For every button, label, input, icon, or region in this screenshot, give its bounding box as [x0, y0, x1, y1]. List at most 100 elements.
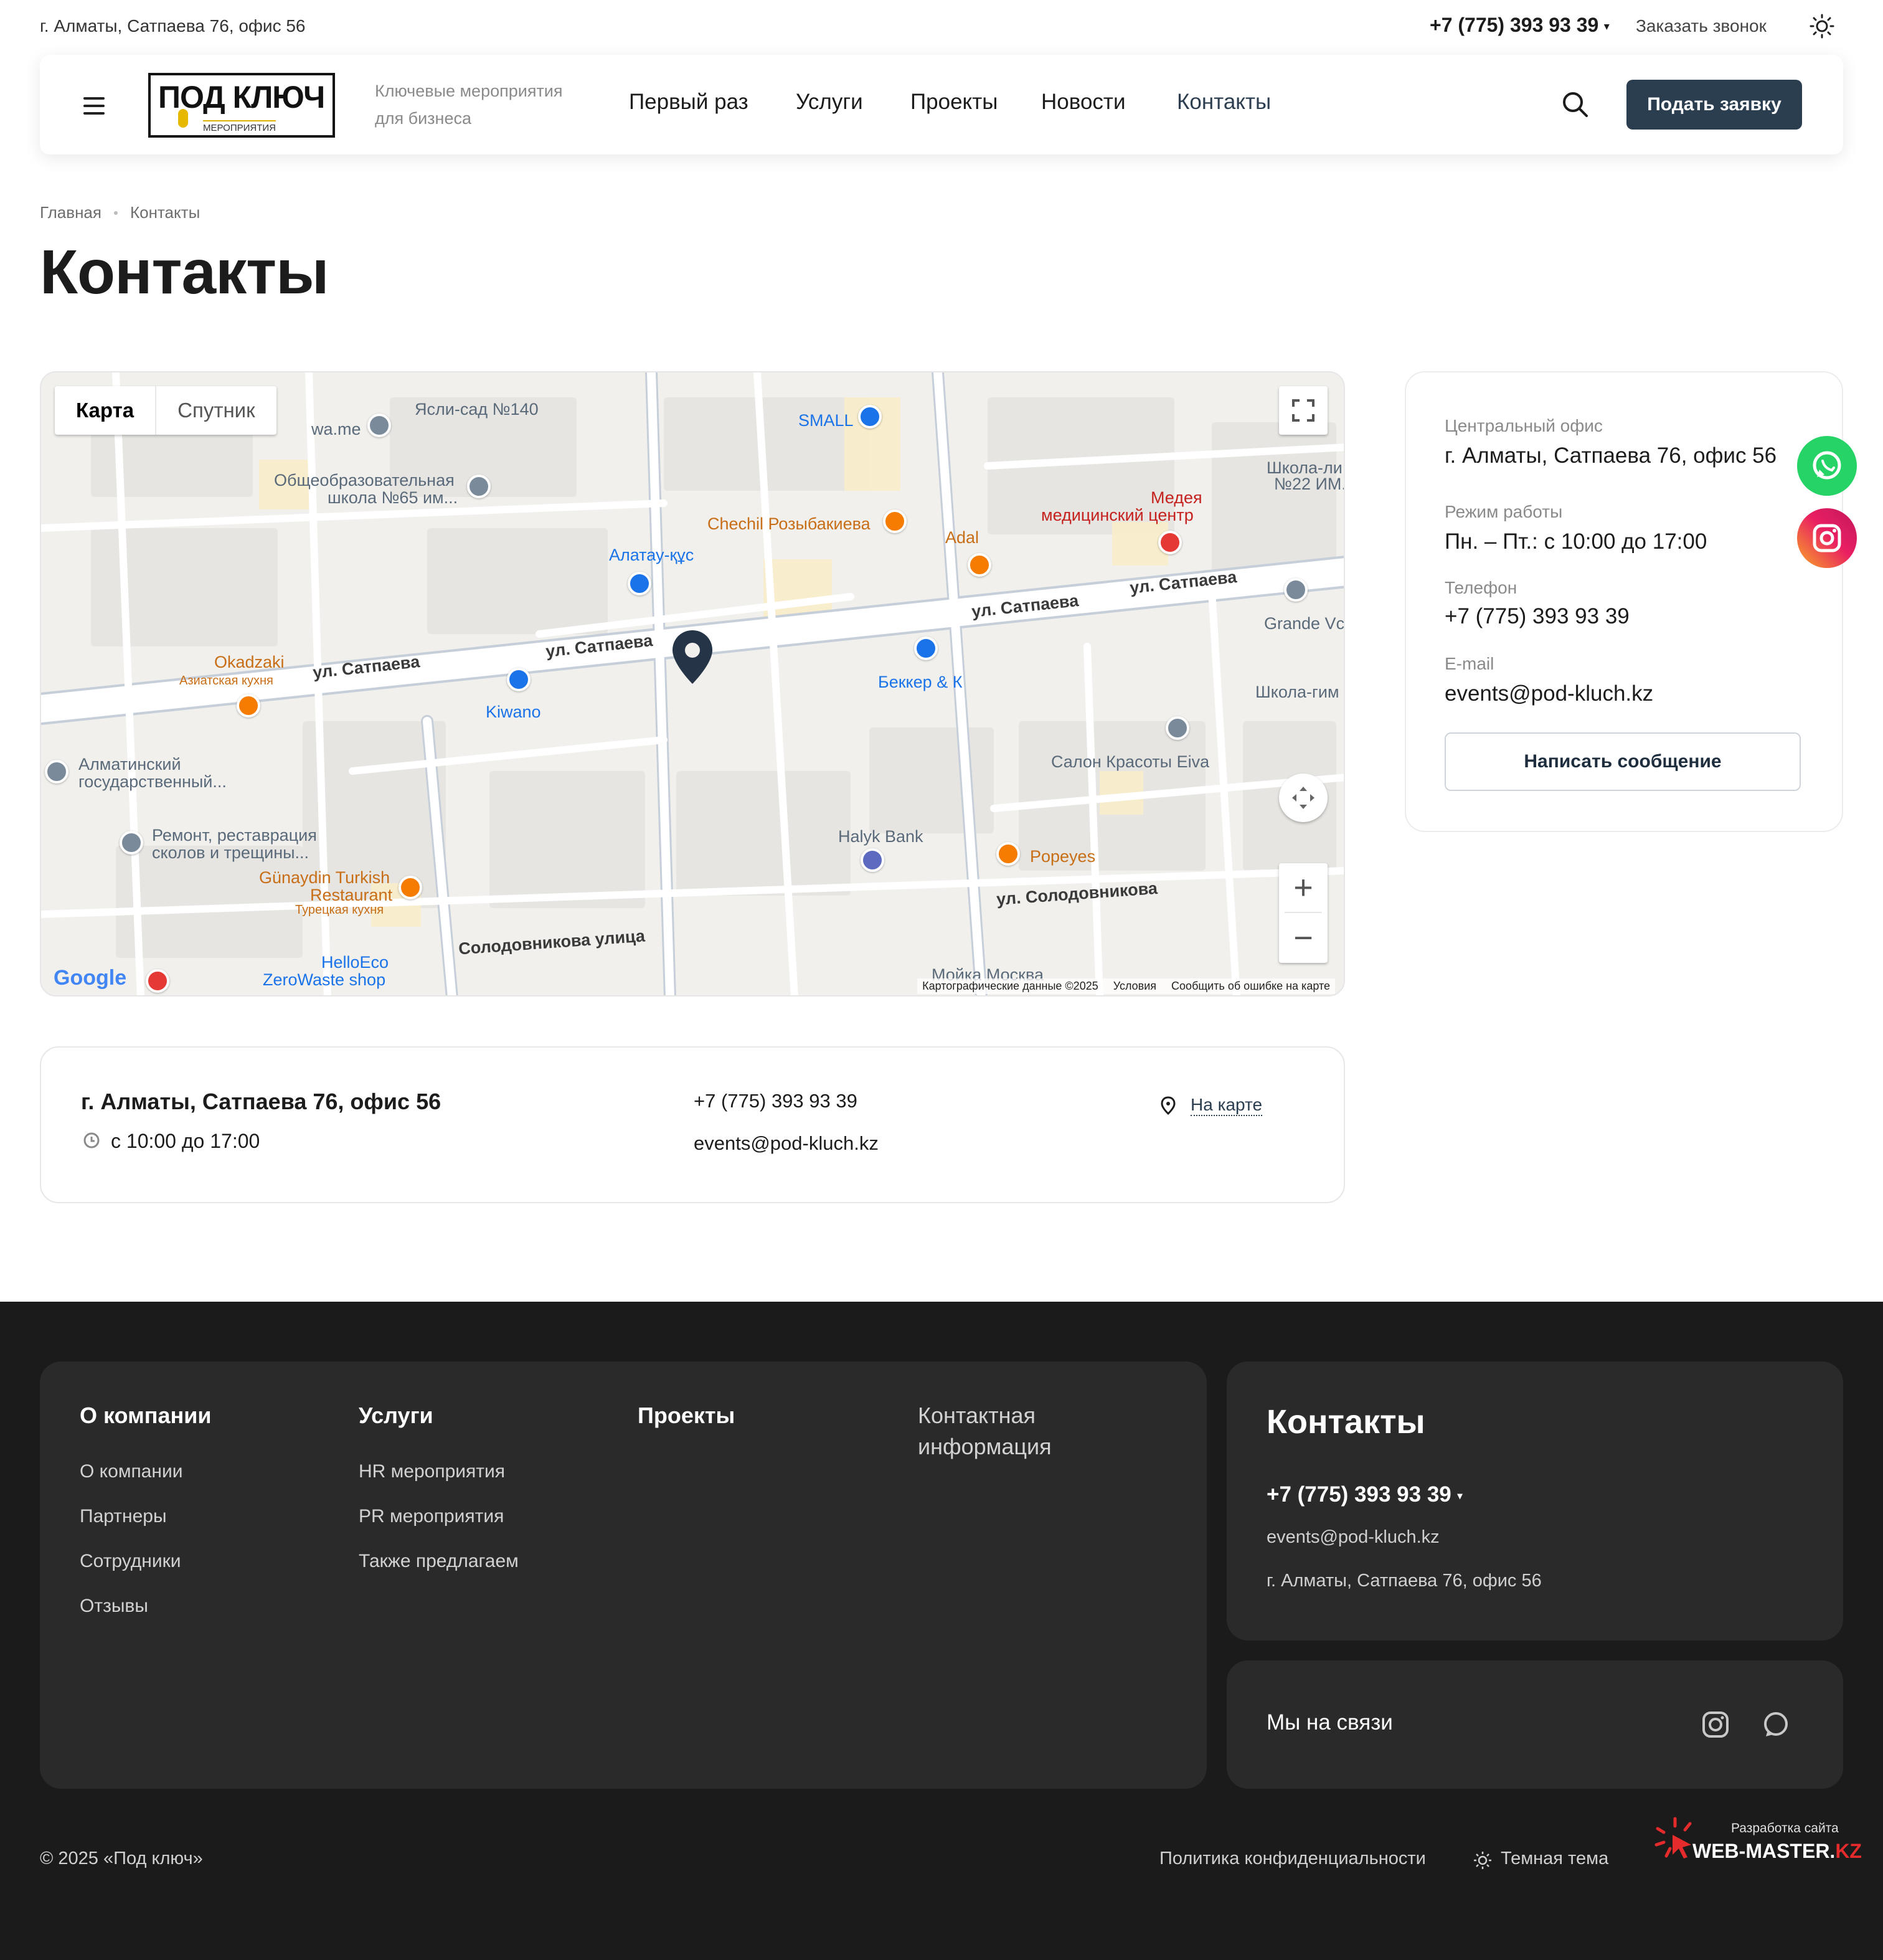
restaurant-pin-icon[interactable]	[399, 876, 422, 899]
dark-theme-toggle[interactable]: Темная тема	[1501, 1849, 1608, 1869]
phone-value[interactable]: +7 (775) 393 93 39	[1445, 604, 1630, 629]
cafe-pin-icon[interactable]	[968, 553, 991, 577]
address-email[interactable]: events@pod-kluch.kz	[694, 1132, 879, 1155]
privacy-policy-link[interactable]: Политика конфиденциальности	[1159, 1849, 1426, 1869]
map-label: Турецкая кухня	[295, 903, 384, 917]
chevron-down-icon[interactable]: ▾	[1458, 1491, 1463, 1502]
page-title: Контакты	[40, 237, 329, 307]
poi-pin-icon[interactable]	[1284, 578, 1308, 602]
footer-col-contacts-line-1[interactable]: Контактная	[918, 1403, 1052, 1429]
menu-icon[interactable]	[83, 97, 105, 115]
fullscreen-button[interactable]	[1279, 386, 1328, 435]
map-label: Медея	[1151, 488, 1202, 507]
write-message-button[interactable]: Написать сообщение	[1445, 732, 1801, 791]
map-label: Halyk Bank	[838, 827, 923, 846]
instagram-float-button[interactable]	[1797, 508, 1857, 568]
hours-label: Режим работы	[1445, 502, 1563, 521]
tagline-line-2: для бизнеса	[375, 109, 471, 128]
on-map-link[interactable]: На карте	[1191, 1095, 1263, 1116]
poi-pin-icon[interactable]	[367, 414, 391, 437]
apply-button[interactable]: Подать заявку	[1626, 80, 1802, 130]
restaurant-pin-icon[interactable]	[883, 509, 907, 533]
poi-pin-icon[interactable]	[120, 831, 143, 855]
footer-col-projects-title[interactable]: Проекты	[638, 1403, 735, 1429]
footer-col-contacts-title[interactable]: Контактная информация	[918, 1403, 1052, 1460]
footer-link[interactable]: Отзывы	[80, 1596, 148, 1617]
footer-link[interactable]: PR мероприятия	[359, 1506, 504, 1527]
instagram-icon[interactable]	[1701, 1710, 1730, 1739]
map-type-map[interactable]: Карта	[55, 386, 157, 435]
map-type-satellite[interactable]: Спутник	[156, 386, 276, 435]
search-icon[interactable]	[1560, 90, 1589, 118]
nav-news[interactable]: Новости	[1041, 90, 1126, 115]
hospital-pin-icon[interactable]	[146, 969, 169, 993]
map-terms-link[interactable]: Условия	[1113, 980, 1156, 993]
footer-col-company-title[interactable]: О компании	[80, 1403, 211, 1429]
nav-projects[interactable]: Проекты	[910, 90, 998, 115]
move-icon	[1292, 787, 1314, 809]
school-pin-icon[interactable]	[467, 475, 491, 498]
copyright: © 2025 «Под ключ»	[40, 1849, 203, 1868]
footer-link[interactable]: О компании	[80, 1461, 182, 1482]
restaurant-pin-icon[interactable]	[237, 694, 260, 717]
school-pin-icon[interactable]	[45, 760, 68, 784]
developer-brand-domain[interactable]: KZ	[1835, 1840, 1862, 1862]
footer-email[interactable]: events@pod-kluch.kz	[1267, 1527, 1440, 1548]
shop-pin-icon[interactable]	[858, 405, 882, 428]
map-label: медицинский центр	[1041, 506, 1194, 524]
shop-pin-icon[interactable]	[914, 637, 938, 660]
office-value: г. Алматы, Сатпаева 76, офис 56	[1445, 443, 1777, 468]
footer-phone-link[interactable]: +7 (775) 393 93 39 ▾	[1267, 1482, 1463, 1507]
footer-col-contacts-line-2[interactable]: информация	[918, 1434, 1052, 1460]
topbar-phone[interactable]: +7 (775) 393 93 39	[1430, 14, 1598, 36]
footer-link[interactable]: Партнеры	[80, 1506, 167, 1527]
map-type-toggle: Карта Спутник	[55, 386, 276, 435]
shop-pin-icon[interactable]	[628, 572, 651, 595]
whatsapp-float-button[interactable]	[1797, 436, 1857, 496]
logo[interactable]: ПОД КЛЮЧ МЕРОПРИЯТИЯ	[148, 73, 335, 138]
callback-link[interactable]: Заказать звонок	[1636, 16, 1767, 36]
topbar-phone-link[interactable]: +7 (775) 393 93 39 ▾	[1430, 14, 1609, 37]
footer-link[interactable]: Также предлагаем	[359, 1551, 519, 1572]
nav-services[interactable]: Услуги	[796, 90, 863, 115]
footer-address: г. Алматы, Сатпаева 76, офис 56	[1267, 1571, 1542, 1591]
developer-label: Разработка сайта	[1731, 1821, 1839, 1835]
chevron-down-icon[interactable]: ▾	[1604, 22, 1609, 32]
map-label: Алматинский	[78, 755, 181, 774]
nav-first-time[interactable]: Первый раз	[629, 90, 748, 115]
footer-link[interactable]: Сотрудники	[80, 1551, 181, 1572]
restaurant-pin-icon[interactable]	[996, 842, 1020, 866]
footer-phone[interactable]: +7 (775) 393 93 39	[1267, 1482, 1451, 1507]
poi-pin-icon[interactable]	[1166, 716, 1189, 740]
key-icon	[178, 109, 188, 128]
address-phone[interactable]: +7 (775) 393 93 39	[694, 1090, 857, 1112]
site-header: ПОД КЛЮЧ МЕРОПРИЯТИЯ Ключевые мероприяти…	[40, 55, 1843, 154]
webmaster-logo-icon	[1654, 1817, 1692, 1858]
clock-icon	[83, 1132, 100, 1148]
google-map[interactable]: Ясли-сад №140 wa.me Общеобразовательная …	[40, 371, 1345, 997]
map-pin-icon	[1161, 1096, 1176, 1115]
map-report-link[interactable]: Сообщить об ошибке на карте	[1171, 980, 1330, 993]
breadcrumb-home[interactable]: Главная	[40, 203, 101, 222]
rotate-camera-button[interactable]	[1279, 774, 1328, 822]
sun-icon[interactable]	[1810, 14, 1834, 39]
whatsapp-icon[interactable]	[1761, 1710, 1790, 1739]
map-label: Школа-гим	[1255, 683, 1339, 701]
bank-pin-icon[interactable]	[861, 848, 884, 872]
map-label: ZeroWaste shop	[263, 970, 386, 989]
map-label: Ремонт, реставрация	[152, 826, 317, 845]
nav-contacts[interactable]: Контакты	[1177, 90, 1271, 115]
sun-icon[interactable]	[1473, 1851, 1492, 1870]
map-label: сколов и трещины...	[152, 843, 309, 862]
zoom-in-button[interactable]: +	[1285, 863, 1322, 913]
map-label: Азиатская кухня	[179, 674, 273, 688]
footer-col-services-title[interactable]: Услуги	[359, 1403, 433, 1429]
footer-link[interactable]: HR мероприятия	[359, 1461, 505, 1482]
developer-brand-main[interactable]: WEB-MASTER.	[1692, 1840, 1835, 1862]
shop-pin-icon[interactable]	[507, 668, 531, 691]
breadcrumb-separator	[113, 211, 118, 215]
zoom-out-button[interactable]: −	[1293, 913, 1313, 963]
email-value[interactable]: events@pod-kluch.kz	[1445, 681, 1653, 706]
developer-brand[interactable]: WEB-MASTER.KZ	[1692, 1840, 1862, 1863]
hospital-pin-icon[interactable]	[1158, 531, 1182, 554]
